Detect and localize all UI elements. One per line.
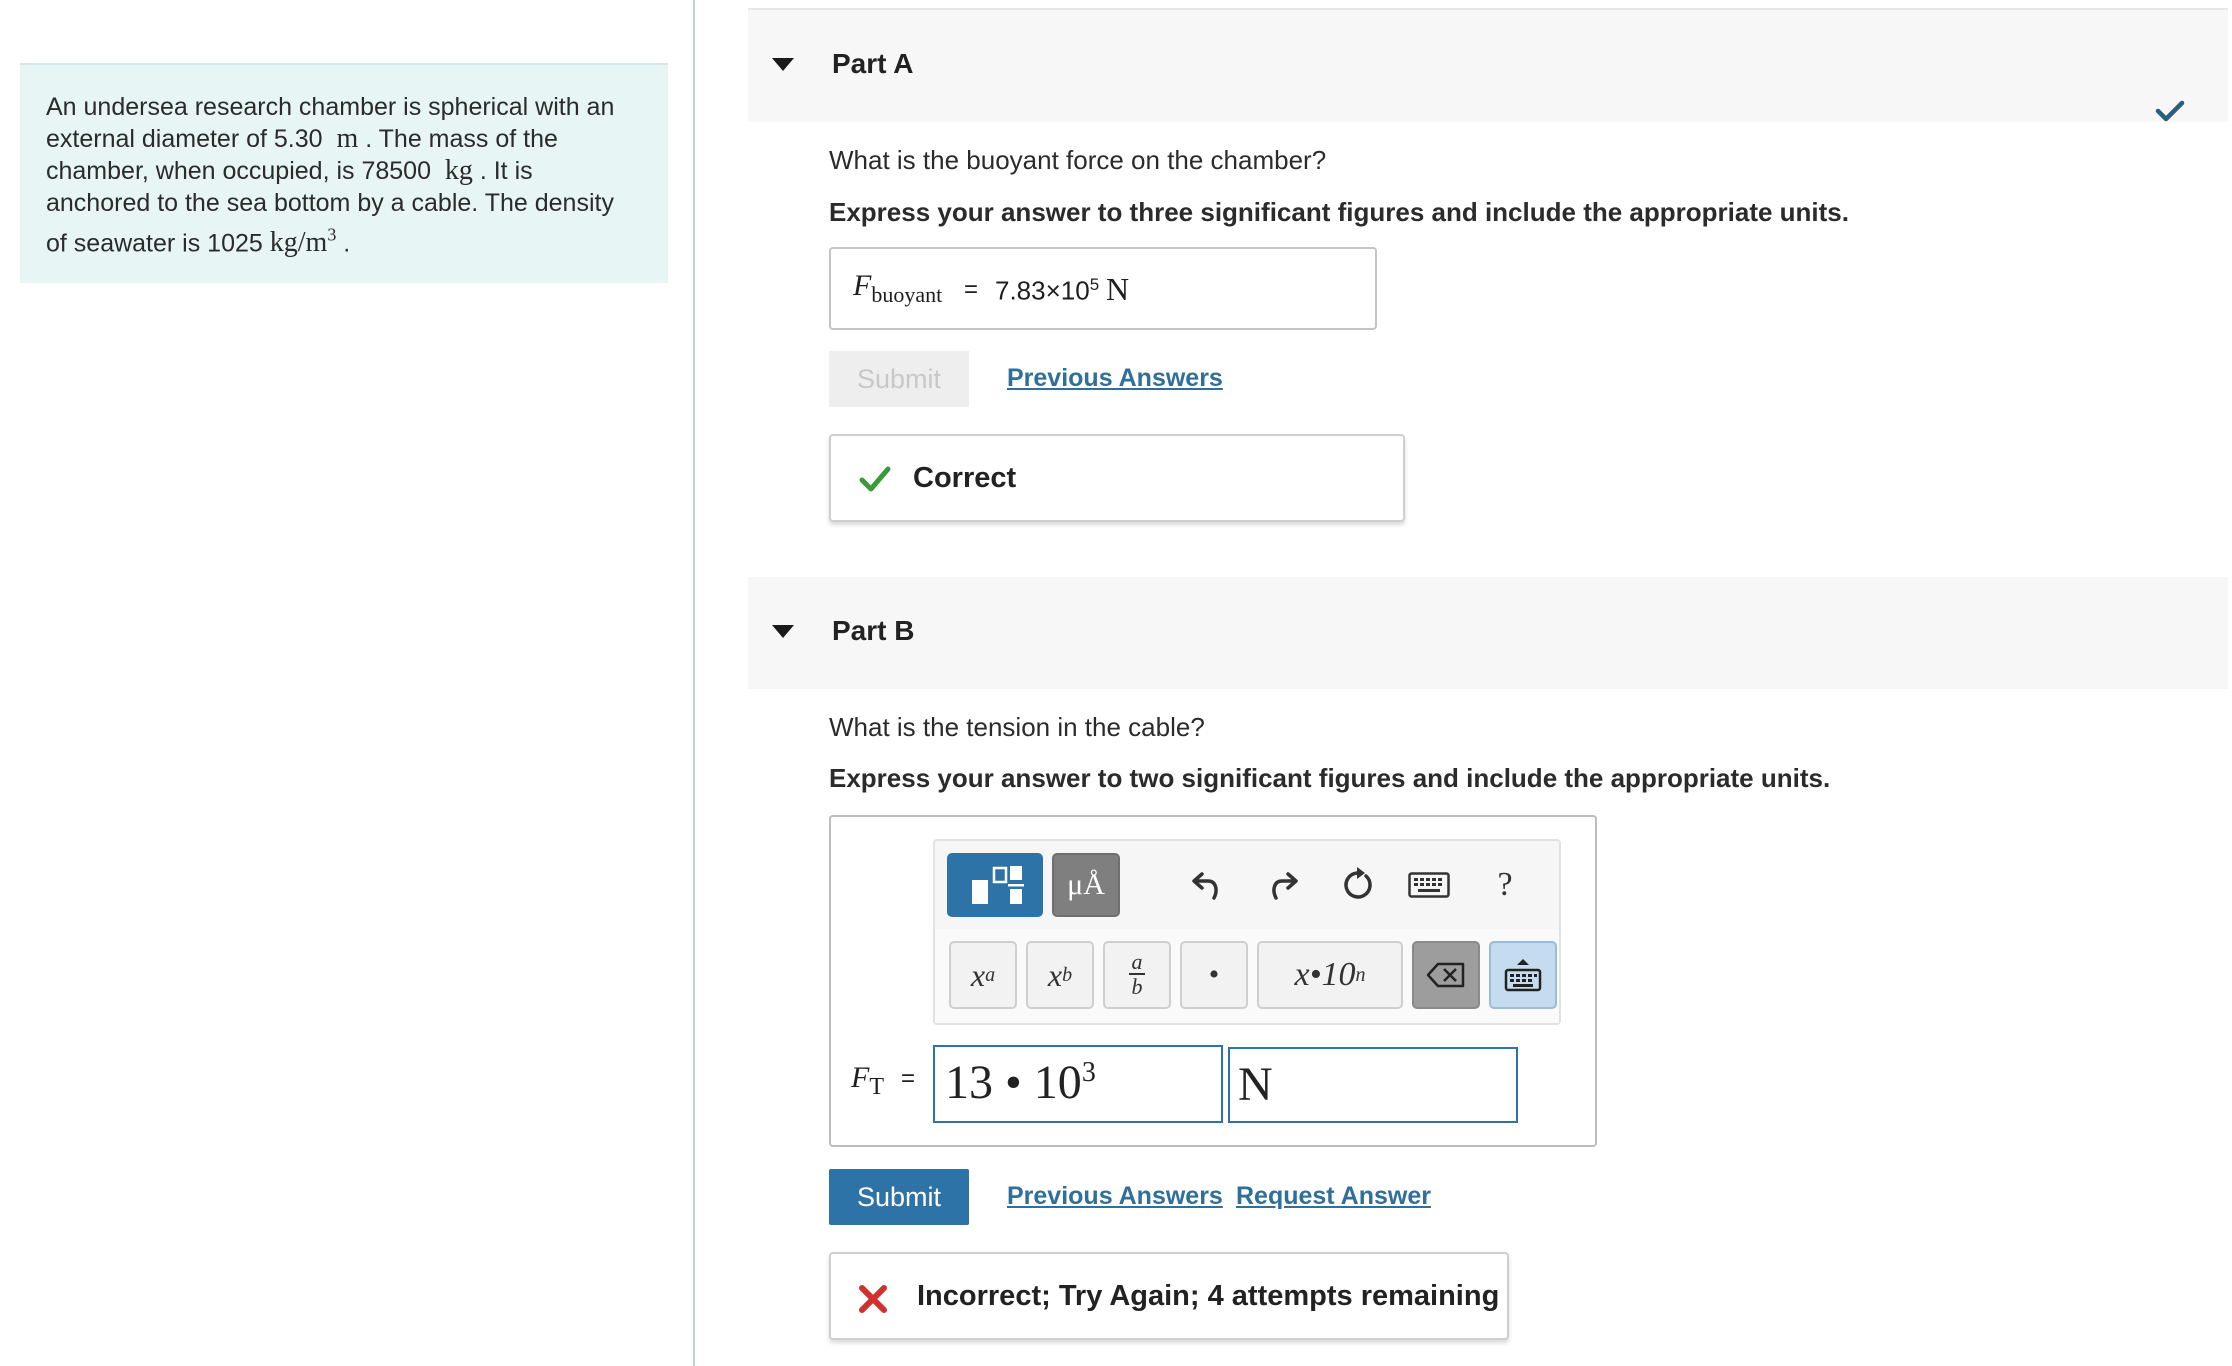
part-b-previous-answers-link[interactable]: Previous Answers [1007,1182,1223,1211]
part-a-complete-check-icon [2155,100,2185,122]
value-input[interactable]: 13 • 103 [933,1045,1223,1123]
undo-icon[interactable] [1185,861,1229,909]
panel-divider [693,0,695,1366]
part-a-previous-answers-link[interactable]: Previous Answers [1007,364,1223,393]
problem-line-2: external diameter of 5.30 m . The mass o… [46,123,558,154]
part-b-question: What is the tension in the cable? [829,712,1205,742]
problem-line-4: anchored to the sea bottom by a cable. T… [46,189,614,217]
backspace-button[interactable] [1412,941,1480,1009]
answer-symbol: Fbuoyant [853,269,943,307]
incorrect-x-icon [859,1285,887,1313]
redo-icon[interactable] [1261,861,1305,909]
templates-icon [972,866,1024,904]
part-b-feedback: Incorrect; Try Again; 4 attempts remaini… [829,1252,1509,1340]
equals-sign: = [964,276,979,303]
part-b-math-input: μÅ ? xa xb a b • x•10 n FT = 13 • 103 N [829,815,1597,1147]
equals-sign: = [901,1065,916,1092]
answer-value: 7.83×105 [995,275,1100,306]
part-b-header[interactable]: Part B [748,577,2228,689]
part-a-answer-display: Fbuoyant = 7.83×105 N [829,247,1377,330]
request-answer-link[interactable]: Request Answer [1236,1182,1431,1211]
part-b-answer-symbol: FT [851,1061,884,1100]
units-button[interactable]: μÅ [1052,853,1120,917]
keyboard-icon [1504,959,1542,992]
scientific-notation-button[interactable]: x•10 n [1257,941,1403,1009]
part-a-header[interactable]: Part A [748,10,2228,122]
unit-meter: m [336,123,359,154]
subscript-button[interactable]: xb [1026,941,1094,1009]
keyboard-toggle-button[interactable] [1489,941,1557,1009]
part-a-feedback: Correct [829,434,1405,522]
unit-density: kg/m3 [269,225,337,259]
unit-kilogram: kg [444,155,473,186]
collapse-triangle-icon[interactable] [772,58,794,71]
part-b-instruction: Express your answer to two significant f… [829,763,1831,793]
fraction-button[interactable]: a b [1103,941,1171,1009]
part-b-submit-button[interactable]: Submit [829,1169,969,1225]
part-a-title: Part A [832,48,914,79]
keyboard-shortcuts-icon[interactable] [1405,861,1453,909]
correct-check-icon [859,466,891,492]
collapse-triangle-icon[interactable] [772,625,794,638]
answer-unit: N [1106,271,1130,307]
problem-line-1: An undersea research chamber is spherica… [46,93,615,121]
problem-line-3: chamber, when occupied, is 78500 kg . It… [46,155,533,186]
multiply-dot-button[interactable]: • [1180,941,1248,1009]
problem-statement: An undersea research chamber is spherica… [20,63,668,283]
part-a-feedback-text: Correct [913,462,1017,494]
templates-button[interactable] [947,853,1043,917]
part-a-question: What is the buoyant force on the chamber… [829,145,1327,175]
help-icon[interactable]: ? [1483,861,1527,909]
superscript-button[interactable]: xa [949,941,1017,1009]
problem-line-5: of seawater is 1025 kg/m3 . [46,225,351,259]
part-a-instruction: Express your answer to three significant… [829,197,1849,227]
backspace-icon [1426,962,1465,988]
math-toolbar: μÅ ? xa xb a b • x•10 n [933,839,1561,1025]
part-a-submit-button-disabled: Submit [829,351,969,407]
part-b-title: Part B [832,615,915,646]
part-b-feedback-text: Incorrect; Try Again; 4 attempts remaini… [917,1280,1500,1312]
reset-icon[interactable] [1335,861,1379,909]
unit-input[interactable]: N [1228,1047,1518,1123]
